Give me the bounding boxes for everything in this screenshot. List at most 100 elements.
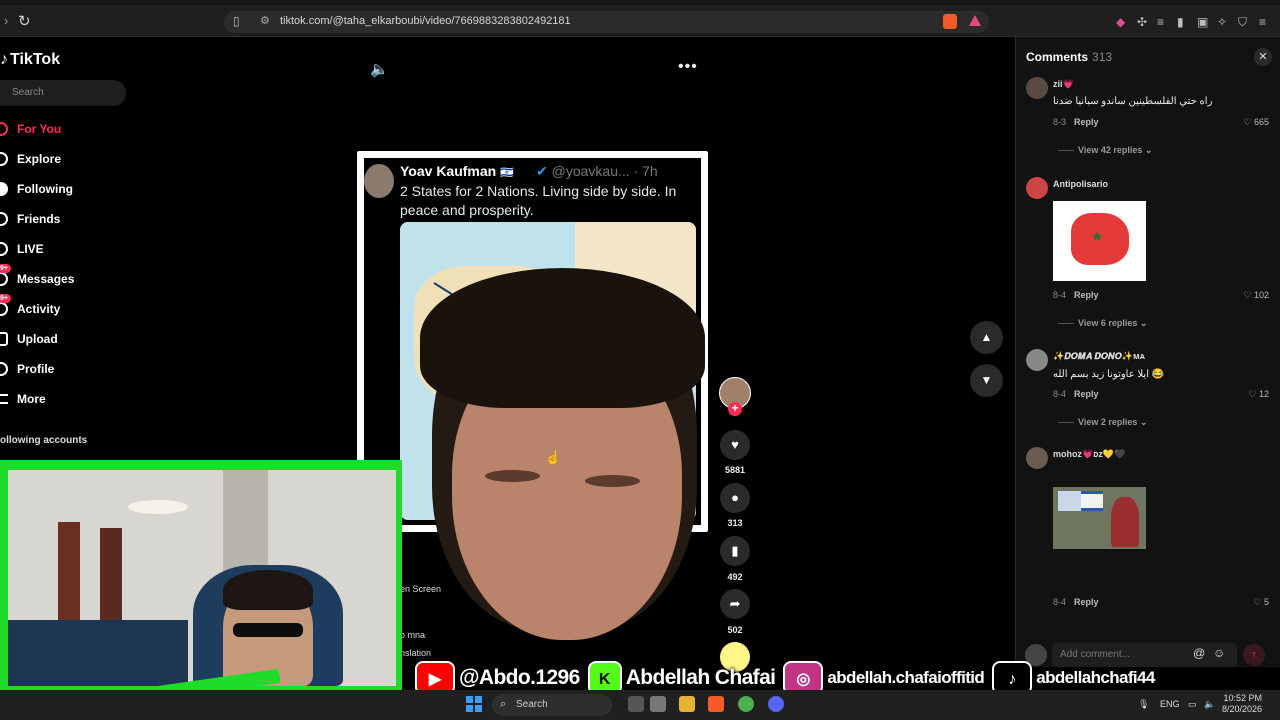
- next-video-button[interactable]: ▼: [970, 364, 1003, 397]
- mouse-cursor-icon: ☝: [545, 450, 562, 465]
- sidebar-item-activity[interactable]: Activity 9+: [0, 294, 60, 320]
- app-icon[interactable]: [650, 696, 666, 712]
- volume-tray-icon[interactable]: 🔈: [1204, 699, 1215, 710]
- tiktok-logo[interactable]: ♪ TikTok: [0, 51, 60, 69]
- reply-button[interactable]: Reply: [1074, 290, 1099, 300]
- comment-like-button[interactable]: ♡ 12: [1248, 389, 1269, 400]
- site-info-icon[interactable]: ⚙: [260, 14, 270, 27]
- heart-icon: ♥: [731, 437, 739, 452]
- url-text[interactable]: tiktok.com/@taha_elkarboubi/video/766988…: [280, 15, 571, 27]
- profile-icon: [0, 362, 8, 376]
- menu-icon[interactable]: ≡: [1259, 15, 1266, 29]
- emoji-icon[interactable]: ☺: [1213, 646, 1225, 660]
- mic-icon[interactable]: 🎙: [1138, 699, 1149, 710]
- comment-image[interactable]: ★: [1053, 201, 1146, 281]
- bookmark-icon: ▮: [731, 543, 739, 558]
- chrome-icon[interactable]: [738, 696, 754, 712]
- creator-hair: [420, 268, 705, 408]
- sidebar-item-for-you[interactable]: For You: [0, 118, 61, 140]
- address-bar[interactable]: ▯ ⚙ tiktok.com/@taha_elkarboubi/video/76…: [224, 11, 989, 33]
- taskbar-search[interactable]: ⌕ Search: [492, 694, 612, 716]
- wallet-icon[interactable]: ▣: [1197, 15, 1208, 29]
- sidebar-item-following[interactable]: Following: [0, 178, 73, 200]
- sidebar-item-upload[interactable]: Upload: [0, 328, 58, 350]
- see-translation-link[interactable]: nslation: [400, 648, 431, 658]
- sidebar-item-explore[interactable]: Explore: [0, 148, 61, 170]
- comment-meta: 8-4 Reply: [1053, 290, 1099, 300]
- windows-taskbar: ⌕ Search 🎙 ENG ▭ 🔈 10:52 PM 8/20/2026: [0, 690, 1280, 720]
- following-icon: [0, 182, 8, 196]
- brave-shields-icon[interactable]: [943, 14, 957, 29]
- close-comments-button[interactable]: ✕: [1254, 48, 1272, 66]
- save-button[interactable]: ▮: [720, 536, 750, 566]
- network-icon[interactable]: ▭: [1188, 699, 1197, 710]
- comment-image[interactable]: [1053, 487, 1146, 549]
- forward-icon[interactable]: ›: [4, 13, 8, 28]
- follow-plus-icon[interactable]: +: [728, 402, 742, 416]
- playlist-icon[interactable]: ≡: [1157, 15, 1164, 29]
- like-button[interactable]: ♥: [720, 430, 750, 460]
- brave-browser-icon[interactable]: [708, 696, 724, 712]
- system-clock[interactable]: 10:52 PM 8/20/2026: [1222, 693, 1262, 715]
- share-icon: ➦: [729, 596, 741, 611]
- comment-meta: 8-3 Reply: [1053, 117, 1099, 127]
- bookmark-icon[interactable]: ▯: [233, 14, 240, 28]
- avatar[interactable]: [1026, 349, 1048, 371]
- sidebar-item-friends[interactable]: Friends: [0, 208, 60, 230]
- more-options-icon[interactable]: •••: [678, 58, 698, 76]
- share-count: 502: [727, 625, 743, 635]
- comment-like-button[interactable]: ♡ 102: [1243, 290, 1269, 301]
- comment-like-button[interactable]: ♡ 5: [1253, 597, 1269, 608]
- search-input[interactable]: Search: [0, 80, 126, 106]
- webcam-feed: [8, 470, 396, 686]
- comment-username[interactable]: zii💗: [1053, 79, 1074, 90]
- reload-icon[interactable]: ↻: [18, 12, 31, 30]
- comment-icon: ●: [731, 490, 739, 505]
- view-replies-button[interactable]: View 6 replies ⌄: [1058, 318, 1147, 329]
- tiktok-note-icon: ♪: [0, 51, 8, 68]
- save-count: 492: [727, 572, 743, 582]
- reply-button[interactable]: Reply: [1074, 117, 1099, 127]
- compass-icon: [0, 152, 8, 166]
- comment-like-button[interactable]: ♡ 665: [1243, 117, 1269, 128]
- avatar[interactable]: [1026, 447, 1048, 469]
- puzzle-icon[interactable]: ✣: [1137, 15, 1147, 29]
- discord-icon[interactable]: [768, 696, 784, 712]
- avatar[interactable]: [1026, 177, 1048, 199]
- tweet-author-name: Yoav Kaufman 🇮🇱: [400, 163, 514, 179]
- sidebar-item-profile[interactable]: Profile: [0, 358, 54, 380]
- comment-text: راه حتي الفلسطينين ساندو سبانيا ضدنا: [1053, 96, 1213, 107]
- mention-icon[interactable]: @: [1193, 646, 1205, 660]
- comment-username[interactable]: Antipolisario: [1053, 179, 1108, 189]
- screen-label[interactable]: en Screen: [400, 584, 441, 594]
- view-replies-button[interactable]: View 2 replies ⌄: [1058, 417, 1147, 428]
- sidebar-item-live[interactable]: LIVE: [0, 238, 44, 260]
- send-button[interactable]: ↑: [1243, 644, 1265, 666]
- comment-meta: 8-4 Reply: [1053, 389, 1099, 399]
- language-indicator[interactable]: ENG: [1160, 699, 1180, 709]
- share-button[interactable]: ➦: [720, 589, 750, 619]
- brave-rewards-icon[interactable]: [969, 15, 981, 26]
- sidebar-item-messages[interactable]: Messages 9+: [0, 264, 75, 290]
- sidebar-icon[interactable]: ▮: [1177, 15, 1184, 29]
- extension-icon[interactable]: ◆: [1116, 15, 1125, 29]
- reply-button[interactable]: Reply: [1074, 389, 1099, 399]
- tweet-avatar: [364, 164, 394, 198]
- sidebar-item-label: Messages: [17, 272, 75, 286]
- vpn-icon[interactable]: ⛉: [1238, 15, 1247, 30]
- comment-button[interactable]: ●: [720, 483, 750, 513]
- view-replies-button[interactable]: View 42 replies ⌄: [1058, 145, 1152, 156]
- comment-username[interactable]: mohᴏᴢ💗ᴅᴢ💛🖤: [1053, 449, 1125, 460]
- video-caption: o mna: [400, 630, 426, 640]
- taskview-icon[interactable]: [628, 696, 644, 712]
- file-explorer-icon[interactable]: [679, 696, 695, 712]
- leo-icon[interactable]: ✧: [1217, 15, 1227, 29]
- comment-username[interactable]: ✨𝑫𝑶𝑴𝑨 𝑫𝑶𝑵𝑶✨ᴍᴀ: [1053, 351, 1145, 362]
- volume-icon[interactable]: 🔈: [370, 60, 389, 78]
- windows-start-icon[interactable]: [466, 696, 482, 712]
- sidebar-item-more[interactable]: More: [0, 388, 46, 410]
- search-icon: ⌕: [500, 698, 507, 710]
- previous-video-button[interactable]: ▲: [970, 321, 1003, 354]
- reply-button[interactable]: Reply: [1074, 597, 1099, 607]
- avatar[interactable]: [1026, 77, 1048, 99]
